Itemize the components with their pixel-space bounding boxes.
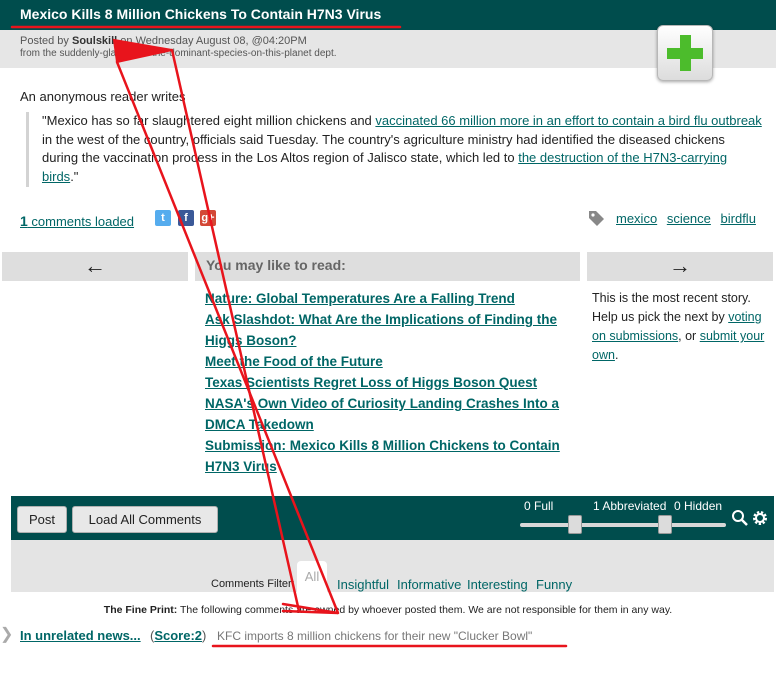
- related-story-link[interactable]: Nature: Global Temperatures Are a Fallin…: [205, 288, 573, 309]
- related-story-link[interactable]: Ask Slashdot: What Are the Implications …: [205, 309, 573, 351]
- comment-title-link[interactable]: In unrelated news...: [20, 628, 141, 643]
- filter-informative[interactable]: Informative: [397, 577, 461, 592]
- comment-subject: KFC imports 8 million chickens for their…: [217, 629, 533, 643]
- posted-line: Posted by Soulskill on Wednesday August …: [20, 35, 307, 47]
- related-stories: Nature: Global Temperatures Are a Fallin…: [205, 288, 573, 477]
- comments-loaded-link[interactable]: 1 comments loaded: [20, 213, 134, 229]
- arrow-left-icon: ←: [84, 253, 106, 278]
- comments-filter-area: [11, 540, 774, 592]
- filter-funny[interactable]: Funny: [536, 577, 572, 592]
- fine-print: The Fine Print: The following comments a…: [103, 604, 673, 616]
- googleplus-icon[interactable]: g+: [200, 210, 216, 226]
- filter-label: Comments Filter:: [211, 578, 295, 590]
- vaccination-link[interactable]: vaccinated 66 million more in an effort …: [375, 113, 761, 128]
- tag-icon: [589, 211, 604, 226]
- chevron-right-icon[interactable]: ❯: [0, 626, 13, 644]
- filter-interesting[interactable]: Interesting: [467, 577, 528, 592]
- comment-score: (Score:2): [150, 628, 207, 643]
- story-intro: An anonymous reader writes: [20, 89, 186, 104]
- full-count-label: 0 Full: [524, 499, 554, 513]
- hidden-count-label: 0 Hidden: [674, 499, 723, 513]
- related-story-link[interactable]: Submission: Mexico Kills 8 Million Chick…: [205, 435, 573, 477]
- arrow-right-icon: →: [669, 253, 691, 278]
- story-title[interactable]: Mexico Kills 8 Million Chickens To Conta…: [20, 6, 381, 22]
- filter-all-tab[interactable]: All: [297, 561, 327, 593]
- add-plus-icon[interactable]: [657, 25, 713, 81]
- search-icon[interactable]: [731, 509, 749, 527]
- read-heading: You may like to read:: [206, 257, 346, 273]
- related-story-link[interactable]: Texas Scientists Regret Loss of Higgs Bo…: [205, 372, 573, 393]
- related-story-link[interactable]: Meet the Food of the Future: [205, 351, 573, 372]
- facebook-icon[interactable]: f: [178, 210, 194, 226]
- load-all-comments-button[interactable]: Load All Comments: [72, 506, 218, 533]
- prev-story-button[interactable]: ←: [2, 252, 188, 281]
- filter-insightful[interactable]: Insightful: [337, 577, 389, 592]
- author-link[interactable]: Soulskill: [72, 35, 117, 47]
- abbreviated-threshold-handle[interactable]: [658, 515, 672, 534]
- post-button[interactable]: Post: [17, 506, 67, 533]
- abbreviated-count-label: 1 Abbreviated: [593, 499, 667, 513]
- story-quote: "Mexico has so far slaughtered eight mil…: [26, 112, 764, 187]
- tag-mexico[interactable]: mexico: [616, 211, 657, 226]
- tag-birdflu[interactable]: birdflu: [721, 211, 756, 226]
- full-threshold-handle[interactable]: [568, 515, 582, 534]
- next-story-button[interactable]: →: [587, 252, 773, 281]
- twitter-icon[interactable]: t: [155, 210, 171, 226]
- threshold-slider-track[interactable]: [520, 523, 726, 527]
- tag-list: mexico science birdflu: [616, 211, 762, 226]
- related-story-link[interactable]: NASA's Own Video of Curiosity Landing Cr…: [205, 393, 573, 435]
- gear-icon[interactable]: [751, 509, 769, 527]
- tag-science[interactable]: science: [667, 211, 711, 226]
- score-link[interactable]: Score:2: [154, 628, 202, 643]
- recent-story-note: This is the most recent story. Help us p…: [592, 291, 765, 362]
- dept-line: from the suddenly-glad-we're-the-dominan…: [20, 48, 337, 59]
